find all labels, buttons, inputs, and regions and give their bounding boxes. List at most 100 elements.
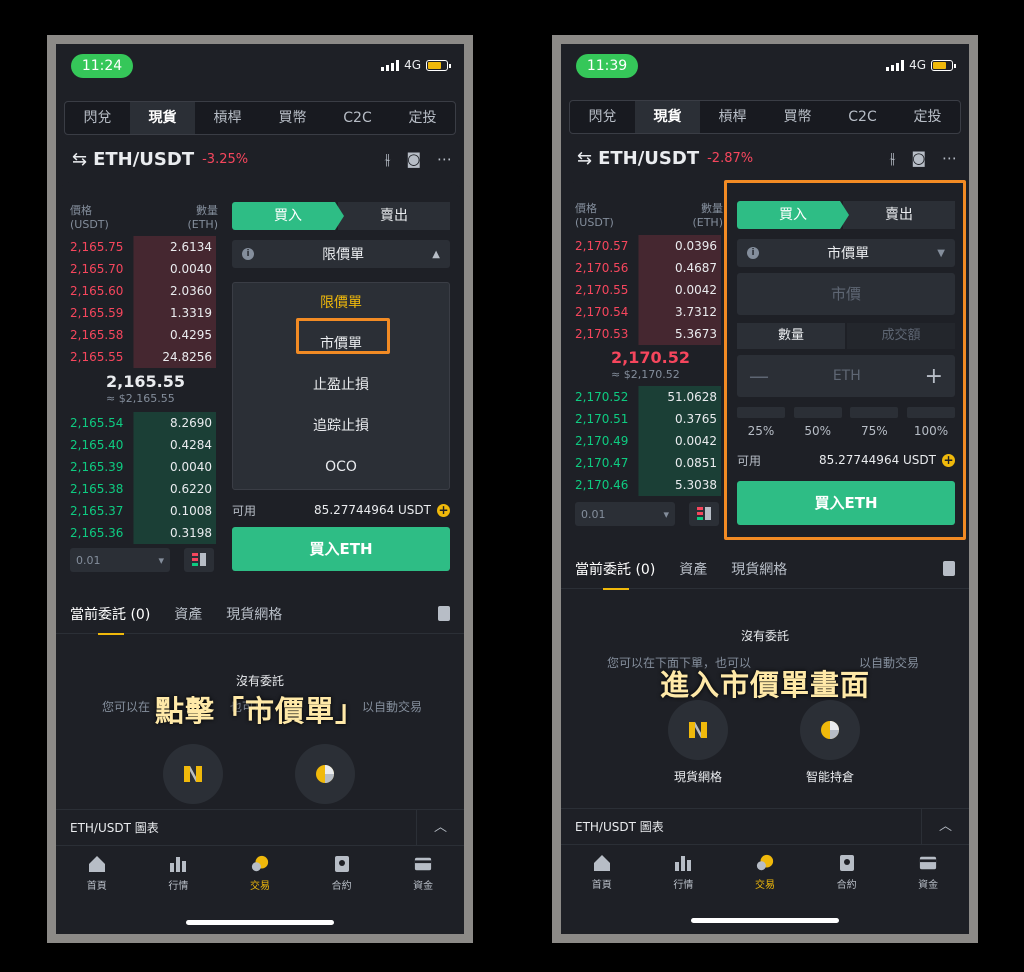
chevron-up-icon[interactable]: ︿ <box>921 808 969 845</box>
buy-tab[interactable]: 買入 <box>232 202 344 230</box>
percent-label[interactable]: 25% <box>737 424 785 438</box>
nav-wallet[interactable]: 資金 <box>382 846 464 901</box>
bid-row[interactable]: 2,170.49 0.0042 <box>571 430 721 452</box>
tab-turnover[interactable]: 成交額 <box>847 323 955 349</box>
mid-price[interactable]: 2,170.52 <box>611 348 690 367</box>
candlestick-icon[interactable]: ⫳ <box>889 149 895 167</box>
depth-select[interactable]: 0.01 ▾ <box>575 502 675 526</box>
ask-row[interactable]: 2,170.53 5.3673 <box>571 323 721 345</box>
buy-eth-button[interactable]: 買入ETH <box>232 527 450 571</box>
nav-markets[interactable]: 行情 <box>138 846 220 901</box>
tab-c2c[interactable]: C2C <box>830 101 895 133</box>
spot-grid-button[interactable] <box>163 744 223 804</box>
orderbook-layout-icon[interactable] <box>184 548 214 572</box>
ask-row[interactable]: 2,165.70 0.0040 <box>66 258 216 280</box>
plus-icon[interactable]: + <box>925 364 943 389</box>
tab-assets[interactable]: 資產 <box>174 604 202 624</box>
ask-row[interactable]: 2,165.75 2.6134 <box>66 236 216 258</box>
tab-auto-invest[interactable]: 定投 <box>895 101 960 133</box>
bid-row[interactable]: 2,170.52 51.0628 <box>571 386 721 408</box>
pair-name[interactable]: ETH/USDT <box>93 149 194 170</box>
dropdown-item-stop-limit[interactable]: 止盈止損 <box>233 365 449 406</box>
nav-futures[interactable]: 合約 <box>806 845 888 900</box>
percent-label[interactable]: 50% <box>794 424 842 438</box>
tab-swap[interactable]: 閃兌 <box>570 101 635 133</box>
smart-position-button[interactable] <box>800 700 860 760</box>
bid-row[interactable]: 2,165.36 0.3198 <box>66 522 216 544</box>
tab-spot[interactable]: 現貨 <box>130 102 195 134</box>
ask-row[interactable]: 2,165.60 2.0360 <box>66 280 216 302</box>
percent-bar[interactable] <box>906 407 955 418</box>
tab-spot[interactable]: 現貨 <box>635 101 700 133</box>
tab-assets[interactable]: 資產 <box>679 559 707 579</box>
tab-margin[interactable]: 槓桿 <box>700 101 765 133</box>
swap-arrows-icon[interactable]: ⇆ <box>577 148 592 169</box>
tab-swap[interactable]: 閃兌 <box>65 102 130 134</box>
quantity-stepper[interactable]: — ETH + <box>737 355 955 397</box>
tab-buy-crypto[interactable]: 買幣 <box>765 101 830 133</box>
plus-circle-icon[interactable]: + <box>437 503 450 517</box>
info-icon[interactable]: i <box>747 247 759 259</box>
plus-circle-icon[interactable]: + <box>942 453 955 467</box>
ask-row[interactable]: 2,165.55 24.8256 <box>66 346 216 368</box>
orderbook-layout-icon[interactable] <box>689 502 719 526</box>
nav-trade[interactable]: 交易 <box>724 845 806 900</box>
ask-row[interactable]: 2,170.54 3.7312 <box>571 301 721 323</box>
percent-bar[interactable] <box>793 407 842 418</box>
dropdown-item-trailing-stop[interactable]: 追踪止損 <box>233 406 449 447</box>
percent-bar[interactable] <box>850 407 899 418</box>
nav-markets[interactable]: 行情 <box>643 845 725 900</box>
chart-bar[interactable]: ETH/USDT 圖表 ︿ <box>56 809 464 846</box>
tab-open-orders[interactable]: 當前委託 (0) <box>575 559 655 590</box>
bot-icon[interactable]: ◙ <box>406 150 421 168</box>
bid-row[interactable]: 2,170.46 5.3038 <box>571 474 721 496</box>
mid-price[interactable]: 2,165.55 <box>106 372 185 391</box>
candlestick-icon[interactable]: ⫳ <box>384 150 390 168</box>
dropdown-item-oco[interactable]: OCO <box>233 447 449 488</box>
tab-spot-grid[interactable]: 現貨網格 <box>731 559 787 579</box>
sell-tab[interactable]: 賣出 <box>338 202 450 230</box>
buy-tab[interactable]: 買入 <box>737 201 849 229</box>
pair-name[interactable]: ETH/USDT <box>598 148 699 169</box>
bid-row[interactable]: 2,165.54 8.2690 <box>66 412 216 434</box>
minus-icon[interactable]: — <box>749 364 769 388</box>
nav-futures[interactable]: 合約 <box>301 846 383 901</box>
more-icon[interactable]: ⋯ <box>942 149 957 167</box>
bid-row[interactable]: 2,170.51 0.3765 <box>571 408 721 430</box>
tab-quantity[interactable]: 數量 <box>737 323 845 349</box>
nav-home[interactable]: 首頁 <box>561 845 643 900</box>
bid-row[interactable]: 2,165.39 0.0040 <box>66 456 216 478</box>
tab-auto-invest[interactable]: 定投 <box>390 102 455 134</box>
bid-row[interactable]: 2,165.37 0.1008 <box>66 500 216 522</box>
percent-label[interactable]: 75% <box>850 424 898 438</box>
chevron-up-icon[interactable]: ︿ <box>416 809 464 846</box>
nav-wallet[interactable]: 資金 <box>887 845 969 900</box>
tab-margin[interactable]: 槓桿 <box>195 102 260 134</box>
info-icon[interactable]: i <box>242 248 254 260</box>
buy-eth-button[interactable]: 買入ETH <box>737 481 955 525</box>
document-icon[interactable] <box>943 561 955 576</box>
ask-row[interactable]: 2,170.57 0.0396 <box>571 235 721 257</box>
bid-row[interactable]: 2,165.40 0.4284 <box>66 434 216 456</box>
document-icon[interactable] <box>438 606 450 621</box>
percent-bar[interactable] <box>737 407 785 418</box>
sell-tab[interactable]: 賣出 <box>843 201 955 229</box>
tab-spot-grid[interactable]: 現貨網格 <box>226 604 282 624</box>
depth-select[interactable]: 0.01 ▾ <box>70 548 170 572</box>
smart-position-button[interactable] <box>295 744 355 804</box>
nav-home[interactable]: 首頁 <box>56 846 138 901</box>
nav-trade[interactable]: 交易 <box>219 846 301 901</box>
ask-row[interactable]: 2,170.55 0.0042 <box>571 279 721 301</box>
spot-grid-button[interactable] <box>668 700 728 760</box>
ask-row[interactable]: 2,165.59 1.3319 <box>66 302 216 324</box>
bid-row[interactable]: 2,170.47 0.0851 <box>571 452 721 474</box>
price-field[interactable]: 市價 <box>737 273 955 315</box>
chart-bar[interactable]: ETH/USDT 圖表 ︿ <box>561 808 969 845</box>
swap-arrows-icon[interactable]: ⇆ <box>72 149 87 170</box>
order-type-select[interactable]: i 市價單 ▼ <box>737 239 955 267</box>
tab-c2c[interactable]: C2C <box>325 102 390 134</box>
tab-buy-crypto[interactable]: 買幣 <box>260 102 325 134</box>
bid-row[interactable]: 2,165.38 0.6220 <box>66 478 216 500</box>
bot-icon[interactable]: ◙ <box>911 149 926 167</box>
ask-row[interactable]: 2,165.58 0.4295 <box>66 324 216 346</box>
